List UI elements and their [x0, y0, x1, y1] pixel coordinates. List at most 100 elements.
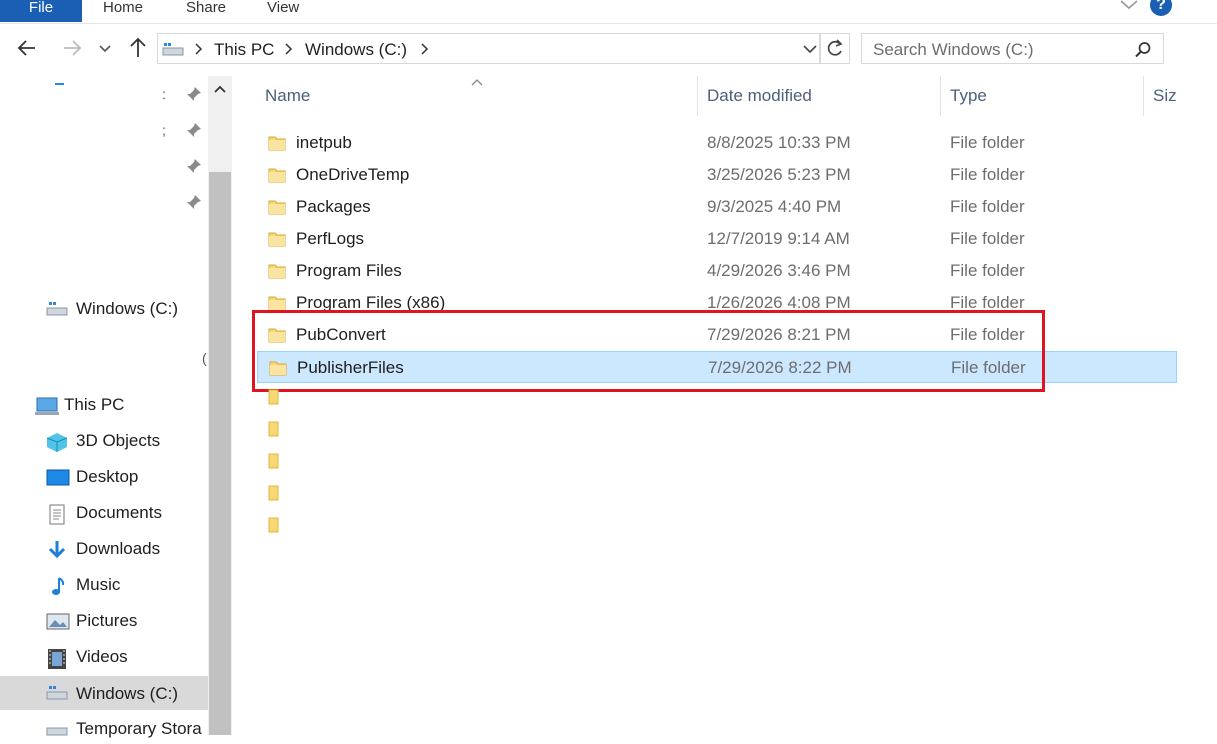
scrollbar-thumb[interactable] [209, 172, 231, 735]
breadcrumb-this-pc[interactable]: This PC [214, 40, 274, 60]
folder-icon [268, 517, 280, 533]
column-divider[interactable] [940, 76, 941, 116]
sidebar-item-windows-c[interactable]: Windows (C:) [0, 676, 208, 710]
documents-icon [46, 504, 68, 525]
sidebar-item-label: Windows (C:) [76, 299, 179, 318]
column-header-type[interactable]: Type [950, 86, 987, 106]
sidebar-item-this-pc[interactable]: This PC [34, 392, 206, 420]
breadcrumb-windows-c[interactable]: Windows (C:) [305, 40, 407, 60]
file-name: Program Files [296, 261, 402, 280]
folder-icon [268, 166, 286, 189]
desktop-icon [46, 468, 70, 488]
folder-icon [268, 453, 280, 469]
music-icon [46, 576, 68, 596]
drive-icon [46, 300, 68, 320]
truncated-text-fragment: : [162, 86, 166, 102]
file-type: File folder [950, 229, 1025, 248]
sidebar-item-windows-c-quick[interactable]: Windows (C:) [46, 296, 206, 324]
sidebar-item-label: 3D Objects [76, 431, 161, 450]
folder-icon [268, 198, 286, 221]
sidebar-item-temporary-storage[interactable]: Temporary Stora [46, 716, 206, 744]
column-header-name[interactable]: Name [265, 86, 310, 106]
file-name: OneDriveTemp [296, 165, 410, 184]
file-date-modified: 8/8/2025 10:33 PM [707, 133, 851, 152]
folder-icon [268, 230, 286, 253]
sidebar-item-music[interactable]: Music [46, 572, 206, 600]
table-row[interactable]: inetpub 8/8/2025 10:33 PM File folder [257, 127, 1177, 159]
folder-icon [268, 262, 286, 285]
file-date-modified: 4/29/2026 3:46 PM [707, 261, 851, 280]
address-bar[interactable]: This PC Windows (C:) [157, 33, 820, 64]
up-button[interactable] [125, 36, 151, 62]
help-icon[interactable]: ? [1150, 0, 1172, 16]
sidebar-item-label: This PC [64, 395, 125, 414]
column-header-size[interactable]: Size [1153, 86, 1177, 106]
file-date-modified: 3/25/2026 5:23 PM [707, 165, 851, 184]
table-row[interactable]: PerfLogs 12/7/2019 9:14 AM File folder [257, 223, 1177, 255]
chevron-up-icon [214, 85, 226, 93]
search-input[interactable] [871, 39, 1125, 61]
file-date-modified: 9/3/2025 4:40 PM [707, 197, 842, 216]
sidebar-item-label: Windows (C:) [76, 684, 179, 703]
column-header-date-modified[interactable]: Date modified [707, 86, 812, 106]
recent-locations-button[interactable] [94, 36, 116, 62]
tab-view[interactable]: View [267, 0, 299, 22]
sidebar-item-videos[interactable]: Videos [46, 644, 206, 672]
sidebar-item-label: Pictures [76, 611, 138, 630]
tab-share[interactable]: Share [186, 0, 226, 22]
sidebar-item-label: Videos [76, 647, 128, 666]
pin-icon[interactable] [186, 194, 202, 210]
chevron-down-icon [99, 45, 111, 53]
tab-home[interactable]: Home [103, 0, 143, 22]
back-button[interactable] [14, 36, 40, 62]
sidebar-item-3d-objects[interactable]: 3D Objects [46, 428, 206, 456]
pin-icon[interactable] [186, 122, 202, 138]
truncated-text-fragment: ( [202, 350, 207, 366]
sidebar-item-documents[interactable]: Documents [46, 500, 206, 528]
videos-icon [46, 648, 68, 669]
address-row: This PC Windows (C:) [0, 30, 1217, 68]
ribbon: File Home Share View ? [0, 0, 1217, 24]
forward-arrow-icon [64, 40, 82, 56]
search-icon[interactable] [1134, 41, 1152, 64]
forward-button[interactable] [59, 36, 85, 62]
table-row[interactable]: Packages 9/3/2025 4:40 PM File folder [257, 191, 1177, 223]
pictures-icon [46, 612, 70, 632]
drive-icon [46, 720, 68, 740]
highlight-box [252, 310, 1045, 392]
table-row[interactable]: Program Files 4/29/2026 3:46 PM File folde… [257, 255, 1177, 287]
refresh-button[interactable] [820, 33, 850, 64]
pin-icon[interactable] [186, 158, 202, 174]
drive-icon [162, 42, 184, 61]
sidebar-item-label: Downloads [76, 539, 161, 558]
column-divider[interactable] [697, 76, 698, 116]
folder-icon [268, 389, 280, 405]
chevron-down-icon [803, 45, 817, 54]
scroll-up-button[interactable] [208, 76, 232, 102]
file-type: File folder [950, 261, 1025, 280]
folder-icon [268, 134, 286, 157]
table-row[interactable]: OneDriveTemp 3/25/2026 5:23 PM File folder [257, 159, 1177, 191]
quick-access-fragment [55, 83, 64, 85]
tab-file[interactable]: File [0, 0, 82, 22]
sidebar-item-label: Desktop [76, 467, 139, 486]
sidebar-item-desktop[interactable]: Desktop [46, 464, 206, 492]
sidebar-item-downloads[interactable]: Downloads [46, 536, 206, 564]
this-pc-icon [34, 396, 59, 416]
breadcrumb-separator-icon[interactable] [284, 41, 294, 62]
column-divider[interactable] [1143, 76, 1144, 116]
search-box[interactable] [861, 33, 1164, 64]
expand-ribbon-icon[interactable] [1119, 0, 1139, 15]
truncated-text-fragment: ; [162, 122, 166, 138]
pin-icon[interactable] [186, 86, 202, 102]
sidebar-item-pictures[interactable]: Pictures [46, 608, 206, 636]
sidebar-item-label: Temporary Stora [76, 719, 202, 738]
back-arrow-icon [17, 40, 35, 56]
refresh-icon [827, 39, 843, 56]
file-name: inetpub [296, 133, 352, 152]
3d-objects-icon [46, 432, 68, 452]
up-arrow-icon [130, 37, 146, 57]
address-history-dropdown[interactable] [802, 42, 818, 60]
breadcrumb-separator-icon[interactable] [420, 41, 430, 62]
breadcrumb-separator-icon[interactable] [194, 41, 204, 62]
